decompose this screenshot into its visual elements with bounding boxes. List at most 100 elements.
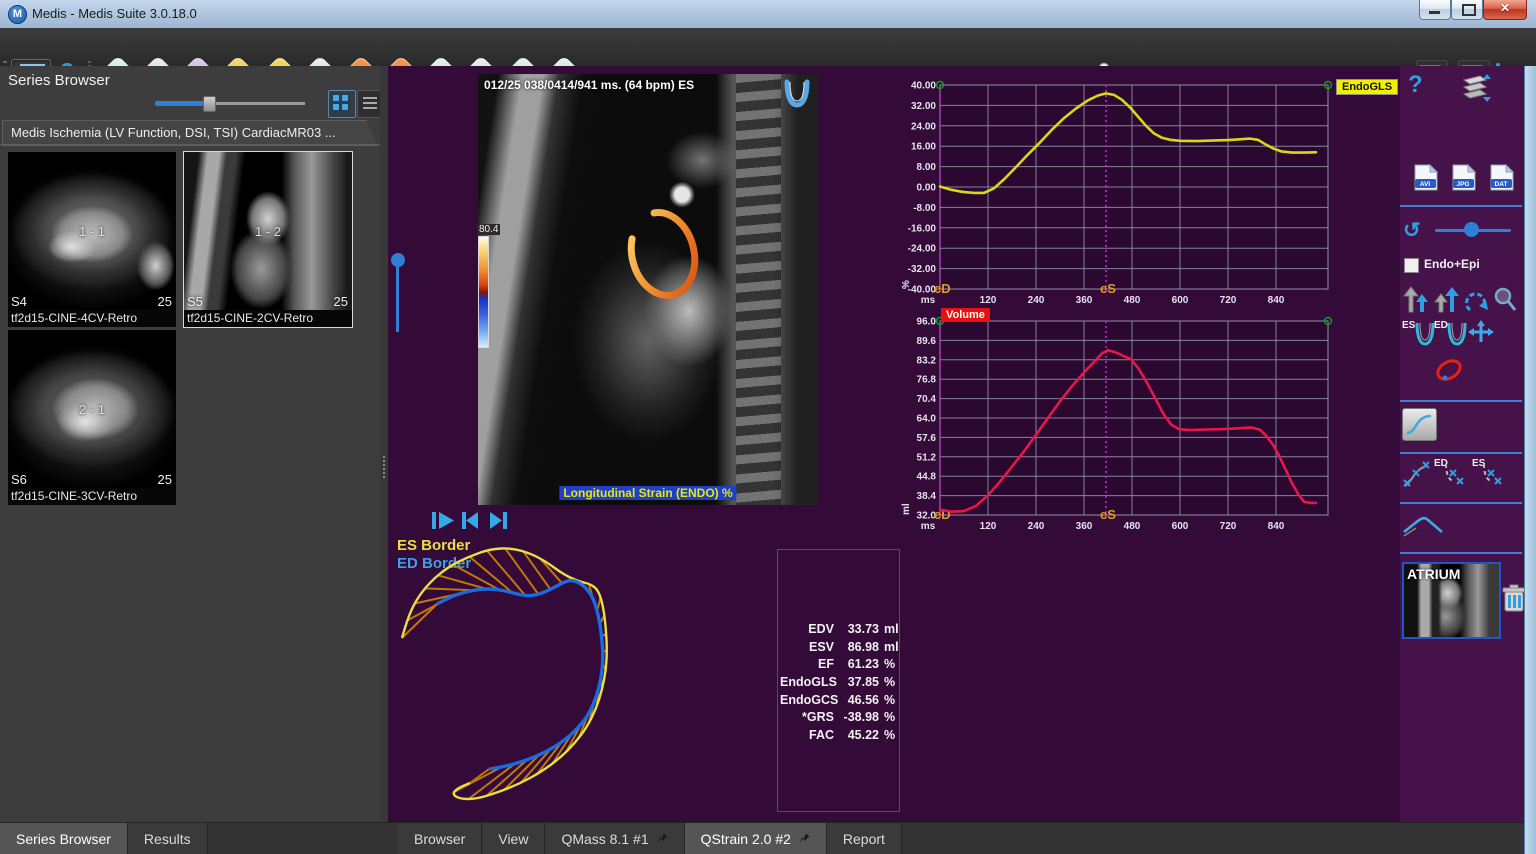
svg-text:44.8: 44.8 bbox=[917, 472, 937, 483]
close-button[interactable]: ✕ bbox=[1483, 0, 1527, 20]
move-contour-icon[interactable] bbox=[1466, 320, 1496, 348]
strain-hatch-lines bbox=[402, 548, 607, 799]
magnifier-icon[interactable] bbox=[1492, 286, 1518, 314]
measurement-label: *GRS bbox=[780, 710, 834, 728]
panel-splitter[interactable] bbox=[380, 66, 388, 822]
frame-slider-track[interactable] bbox=[396, 266, 399, 332]
thumbnail-image[interactable]: 1 - 2S525 bbox=[184, 152, 352, 310]
grid-view-button[interactable] bbox=[328, 90, 356, 118]
svg-text:57.6: 57.6 bbox=[917, 433, 937, 444]
measurement-unit: % bbox=[884, 675, 898, 693]
volume-legend-badge[interactable]: Volume bbox=[941, 308, 990, 322]
series-browser-panel: Series Browser Medis Ischemia (LV Functi… bbox=[0, 66, 380, 822]
list-view-icon bbox=[363, 97, 377, 99]
endogls-legend-badge[interactable]: EndoGLS bbox=[1336, 79, 1398, 95]
thumbnail-image[interactable]: 2 - 1S625 bbox=[8, 330, 176, 488]
app-tab-qmass-8-1-1[interactable]: QMass 8.1 #1 bbox=[545, 823, 684, 854]
sigmoid-curve-icon bbox=[1403, 409, 1436, 440]
export-dat-button[interactable]: DAT bbox=[1490, 164, 1514, 196]
ed-contour-icon[interactable] bbox=[1446, 321, 1468, 347]
export-avi-button[interactable]: AVI bbox=[1414, 164, 1438, 196]
svg-text:eS: eS bbox=[1100, 507, 1116, 522]
svg-text:-24.00: -24.00 bbox=[908, 244, 937, 255]
first-frame-button[interactable] bbox=[462, 512, 478, 529]
app-tab-report[interactable]: Report bbox=[827, 823, 902, 854]
svg-text:-32.00: -32.00 bbox=[908, 264, 937, 275]
edit-points-icon[interactable] bbox=[1402, 460, 1432, 490]
thumbnail-frame-label: 2 - 1 bbox=[8, 402, 176, 417]
app-tab-view[interactable]: View bbox=[482, 823, 545, 854]
volume-chart[interactable]: 96.089.683.276.870.464.057.651.244.838.4… bbox=[900, 300, 1400, 540]
svg-text:24.00: 24.00 bbox=[911, 121, 936, 132]
strain-contour-overlay bbox=[478, 74, 818, 505]
svg-text:64.0: 64.0 bbox=[917, 414, 937, 425]
delete-trash-icon[interactable] bbox=[1502, 584, 1526, 614]
playback-controls bbox=[430, 509, 520, 533]
es-points-icon[interactable] bbox=[1480, 462, 1508, 492]
thumbnail-series-name: tf2d15-CINE-2CV-Retro bbox=[184, 310, 352, 327]
app-tab-qstrain-2-0-2[interactable]: QStrain 2.0 #2 bbox=[685, 823, 827, 854]
svg-text:%: % bbox=[901, 280, 912, 289]
series-thumbnail[interactable]: 1 - 2S525tf2d15-CINE-2CV-Retro bbox=[184, 152, 352, 327]
svg-text:ml: ml bbox=[901, 503, 912, 515]
thumbnail-frame-count: 25 bbox=[158, 472, 172, 487]
frame-info-overlay: 012/25 038/0414/941 ms. (64 bpm) ES bbox=[484, 78, 694, 92]
export-jpg-button[interactable]: JPG bbox=[1452, 164, 1476, 196]
reorder-layers-icon[interactable] bbox=[1456, 72, 1492, 104]
mri-viewport[interactable]: 012/25 038/0414/941 ms. (64 bpm) ES Long… bbox=[478, 74, 818, 505]
ellipse-roi-icon[interactable] bbox=[1432, 354, 1466, 386]
window-title: Medis - Medis Suite 3.0.18.0 bbox=[32, 6, 197, 21]
propagate-forward-icon[interactable] bbox=[1402, 284, 1430, 314]
measurement-value: 45.22 bbox=[839, 728, 879, 746]
strain-colorbar bbox=[478, 236, 489, 348]
svg-text:76.8: 76.8 bbox=[917, 375, 937, 386]
border-contour-plot bbox=[390, 532, 722, 822]
study-tab[interactable]: Medis Ischemia (LV Function, DSI, TSI) C… bbox=[2, 120, 378, 146]
series-thumbnail[interactable]: 2 - 1S625tf2d15-CINE-3CV-Retro bbox=[8, 330, 176, 505]
minimize-button[interactable] bbox=[1419, 0, 1451, 20]
es-contour-icon[interactable] bbox=[1414, 321, 1436, 347]
propagate-backward-icon[interactable] bbox=[1432, 284, 1460, 314]
maximize-button[interactable] bbox=[1451, 0, 1483, 20]
sigmoid-tool-button[interactable] bbox=[1402, 408, 1437, 441]
svg-text:-8.00: -8.00 bbox=[913, 203, 936, 214]
measurement-row: ESV86.98ml bbox=[778, 640, 899, 658]
measurement-label: EndoGLS bbox=[780, 675, 834, 693]
last-frame-button[interactable] bbox=[490, 512, 507, 529]
frame-slider-knob[interactable] bbox=[391, 253, 405, 267]
strain-chart[interactable]: 40.0032.0024.0016.008.000.00-8.00-16.00-… bbox=[900, 70, 1400, 310]
svg-text:eD: eD bbox=[934, 281, 951, 296]
app-tab-browser[interactable]: Browser bbox=[398, 823, 482, 854]
left-tab-results[interactable]: Results bbox=[128, 823, 208, 854]
svg-text:720: 720 bbox=[1220, 521, 1237, 532]
measurement-value: 46.56 bbox=[839, 693, 879, 711]
atrium-series-thumbnail[interactable]: ATRIUM bbox=[1402, 562, 1501, 639]
help-icon[interactable]: ? bbox=[1408, 71, 1423, 99]
thumbnail-series-name: tf2d15-CINE-4CV-Retro bbox=[8, 310, 176, 327]
thumbnail-image[interactable]: 1 - 1S425 bbox=[8, 152, 176, 310]
redo-dashed-icon[interactable] bbox=[1462, 284, 1490, 314]
svg-text:eS: eS bbox=[1100, 281, 1116, 296]
series-thumbnail[interactable]: 1 - 1S425tf2d15-CINE-4CV-Retro bbox=[8, 152, 176, 327]
bottom-tab-bar: Series BrowserResults BrowserViewQMass 8… bbox=[0, 822, 1536, 854]
title-bar[interactable]: M Medis - Medis Suite 3.0.18.0 ✕ bbox=[0, 0, 1536, 29]
svg-text:51.2: 51.2 bbox=[917, 452, 937, 463]
measurement-unit: ml bbox=[884, 640, 898, 658]
measurement-unit: % bbox=[884, 728, 898, 746]
left-tab-series-browser[interactable]: Series Browser bbox=[0, 823, 128, 854]
play-button[interactable] bbox=[432, 512, 454, 529]
measurement-value: 61.23 bbox=[839, 657, 879, 675]
minimize-icon bbox=[1429, 11, 1440, 14]
thumbnail-size-slider-knob[interactable] bbox=[203, 96, 216, 112]
right-scrollbar[interactable] bbox=[1524, 66, 1536, 854]
measurement-label: ESV bbox=[780, 640, 834, 658]
undo-contour-icon[interactable]: ↺ bbox=[1403, 218, 1421, 243]
svg-text:70.4: 70.4 bbox=[917, 394, 937, 405]
measurement-row: *GRS-38.98% bbox=[778, 710, 899, 728]
curve-tool-icon[interactable] bbox=[1402, 510, 1446, 538]
ed-points-icon[interactable] bbox=[1442, 462, 1470, 492]
svg-text:16.00: 16.00 bbox=[911, 142, 936, 153]
opacity-slider-knob[interactable] bbox=[1464, 222, 1479, 237]
thumbnail-frame-label: 1 - 2 bbox=[184, 224, 352, 239]
endo-epi-checkbox[interactable] bbox=[1404, 258, 1419, 273]
